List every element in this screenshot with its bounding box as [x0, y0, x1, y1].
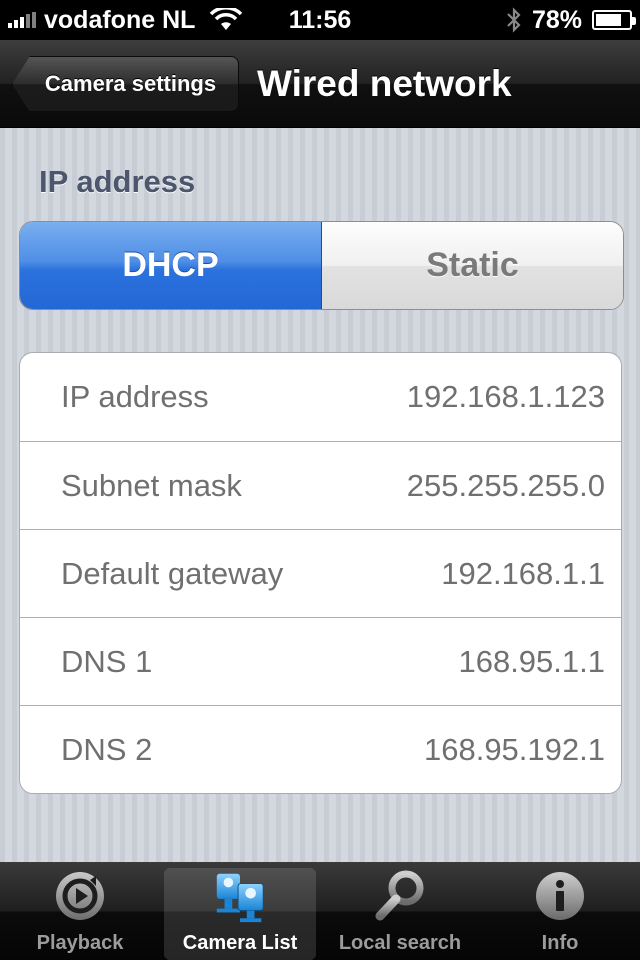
tab-info[interactable]: Info: [480, 862, 640, 960]
row-label: Subnet mask: [61, 467, 242, 503]
wifi-icon: [210, 8, 243, 30]
segment-static[interactable]: Static: [322, 222, 623, 309]
search-icon: [375, 870, 424, 921]
row-value: 255.255.255.0: [406, 467, 605, 503]
bluetooth-icon: [507, 7, 521, 33]
playback-icon: [56, 872, 104, 920]
row-label: DNS 2: [61, 731, 153, 767]
info-icon: [536, 872, 584, 920]
row-default-gateway: Default gateway 192.168.1.1: [20, 529, 621, 617]
segment-dhcp[interactable]: DHCP: [20, 222, 322, 309]
battery-icon: [592, 10, 636, 30]
battery-percent: 78%: [531, 5, 582, 34]
tab-local-search[interactable]: Local search: [320, 862, 480, 960]
back-button[interactable]: Camera settings: [12, 56, 239, 112]
status-bar: vodafone NL 11:56 78%: [0, 0, 640, 40]
signal-strength-icon: [8, 12, 36, 28]
row-subnet-mask: Subnet mask 255.255.255.0: [20, 441, 621, 529]
ip-mode-segmented-control: DHCP Static: [19, 221, 624, 310]
row-dns-2: DNS 2 168.95.192.1: [20, 705, 621, 793]
row-value: 168.95.1.1: [458, 643, 605, 679]
camera-list-icon: [216, 873, 264, 923]
carrier-name: vodafone NL: [44, 5, 196, 34]
navigation-bar: Camera settings Wired network: [0, 40, 640, 128]
tab-label: Camera List: [182, 932, 298, 954]
tab-camera-list[interactable]: Camera List: [164, 868, 316, 960]
row-value: 192.168.1.1: [441, 555, 605, 591]
row-label: IP address: [61, 379, 209, 414]
row-value: 168.95.192.1: [423, 731, 605, 767]
tab-playback[interactable]: Playback: [0, 862, 160, 960]
tab-label: Local search: [338, 932, 462, 954]
row-ip-address: IP address 192.168.1.123: [20, 353, 621, 441]
settings-content: IP address DHCP Static IP address 192.16…: [0, 128, 640, 862]
section-label-ip-address: IP address: [39, 164, 196, 199]
network-info-table: IP address 192.168.1.123 Subnet mask 255…: [19, 352, 622, 794]
tab-label: Playback: [36, 932, 124, 954]
row-dns-1: DNS 1 168.95.1.1: [20, 617, 621, 705]
row-value: 192.168.1.123: [406, 379, 605, 414]
tab-bar: Playback Camera List Local search Info: [0, 862, 640, 960]
row-label: DNS 1: [61, 643, 153, 679]
page-title: Wired network: [257, 63, 512, 104]
tab-label: Info: [541, 932, 579, 954]
row-label: Default gateway: [61, 555, 284, 591]
